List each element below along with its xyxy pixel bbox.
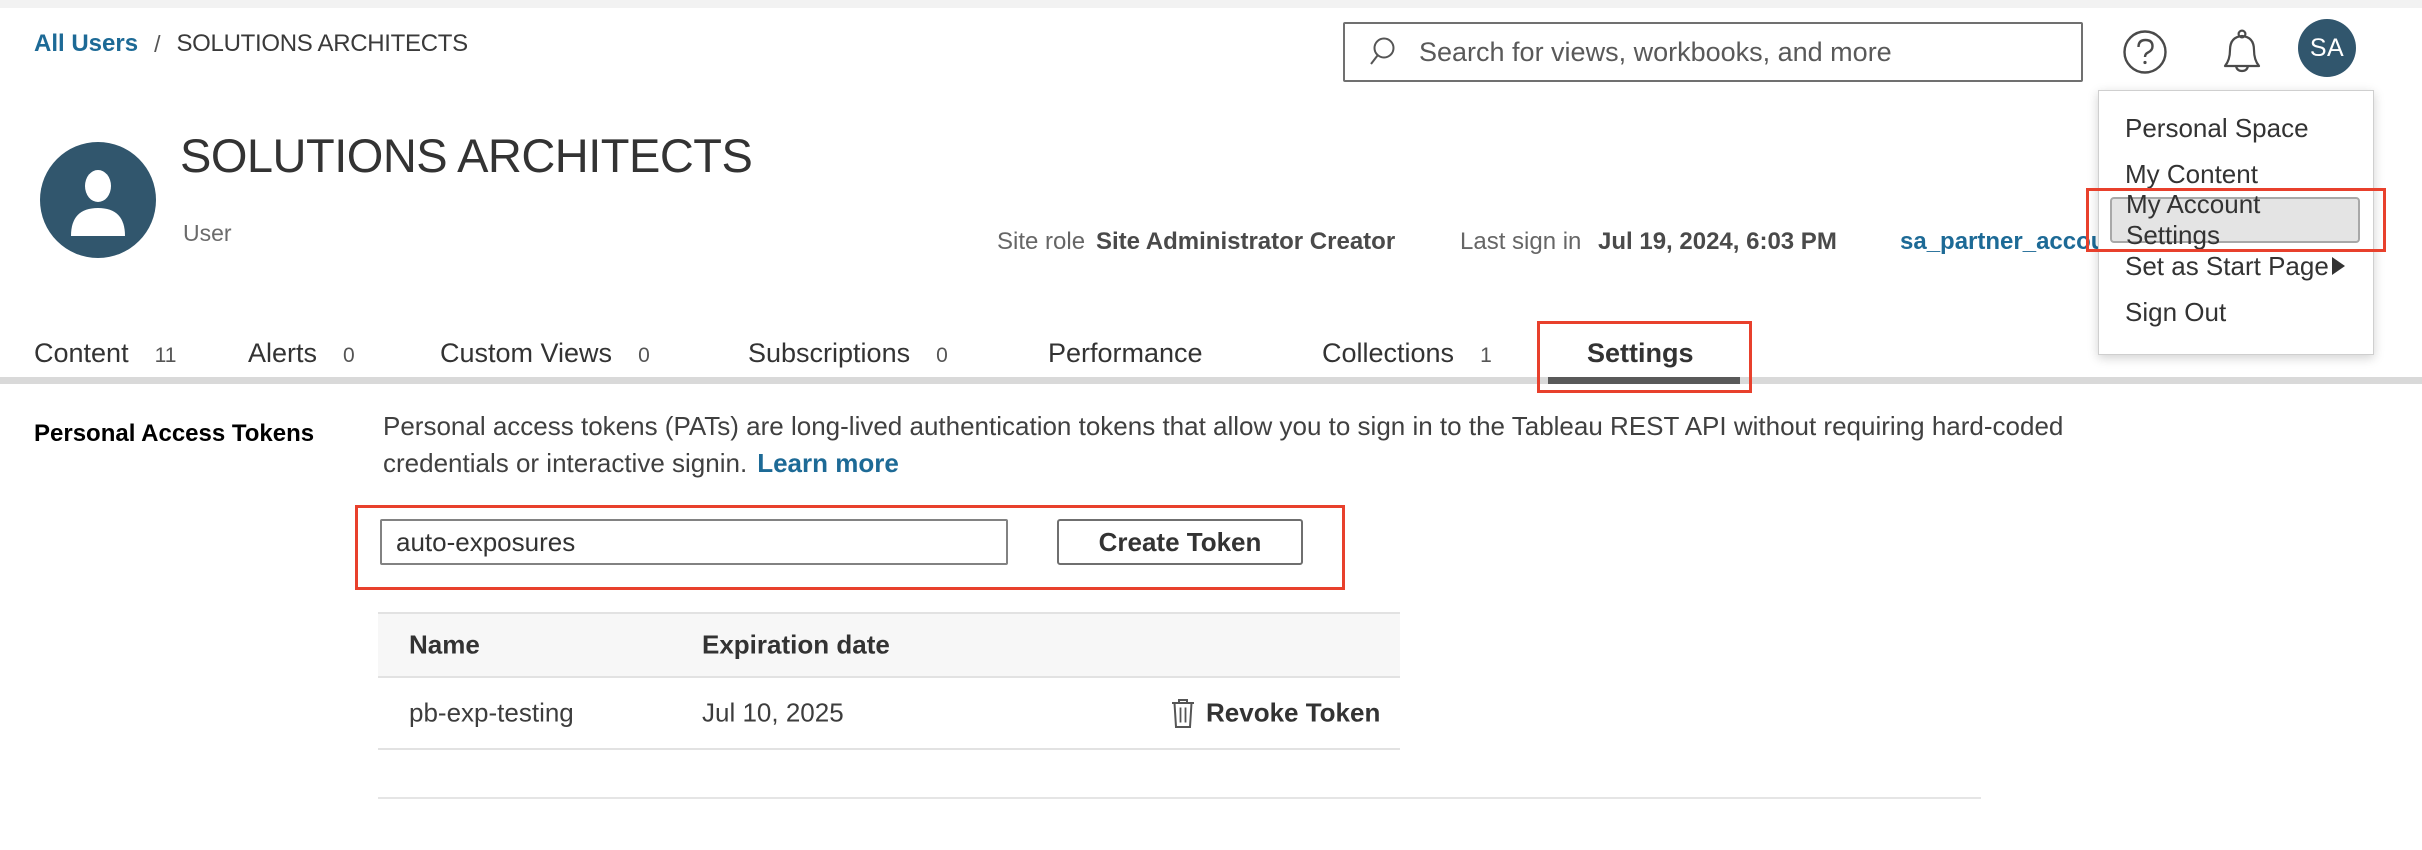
search-icon	[1367, 34, 1403, 70]
token-name-input[interactable]	[380, 519, 1008, 565]
breadcrumb-separator: /	[154, 31, 160, 58]
section-divider	[378, 797, 1981, 799]
pat-description-line2: credentials or interactive signin.	[383, 448, 747, 478]
menu-item-personal-space[interactable]: Personal Space	[2099, 105, 2373, 151]
tab-count: 0	[638, 344, 650, 368]
page-title: SOLUTIONS ARCHITECTS	[180, 128, 752, 183]
tab-settings[interactable]: Settings	[1587, 338, 1694, 369]
account-username-link[interactable]: sa_partner_accou	[1900, 228, 2100, 256]
tab-performance[interactable]: Performance	[1048, 338, 1203, 369]
tab-label: Content	[34, 338, 129, 369]
help-icon	[2122, 29, 2168, 75]
tab-count: 1	[1480, 344, 1492, 368]
menu-item-label: Set as Start Page	[2125, 251, 2329, 282]
breadcrumb-current: SOLUTIONS ARCHITECTS	[176, 30, 467, 58]
site-role-label: Site role	[997, 228, 1085, 256]
pat-description-line1: Personal access tokens (PATs) are long-l…	[383, 411, 2063, 441]
menu-item-set-as-start-page[interactable]: Set as Start Page	[2099, 243, 2373, 289]
column-header-name: Name	[409, 630, 480, 661]
tab-count: 0	[343, 344, 355, 368]
token-table-header: Name Expiration date	[378, 612, 1400, 678]
tab-alerts[interactable]: Alerts 0	[248, 338, 355, 369]
tab-collections[interactable]: Collections 1	[1322, 338, 1492, 369]
profile-avatar	[40, 142, 156, 258]
window-top-strip	[0, 0, 2422, 8]
avatar-initials: SA	[2310, 34, 2344, 63]
bell-icon	[2218, 27, 2266, 77]
tab-underline-track	[0, 377, 2422, 384]
tab-count: 0	[936, 344, 948, 368]
token-expiration-cell: Jul 10, 2025	[702, 698, 844, 729]
tab-label: Subscriptions	[748, 338, 910, 369]
revoke-token-label: Revoke Token	[1206, 698, 1380, 729]
revoke-token-button[interactable]: Revoke Token	[1171, 698, 1380, 729]
create-token-button[interactable]: Create Token	[1057, 519, 1303, 565]
trash-icon	[1171, 698, 1195, 728]
search-input[interactable]	[1403, 24, 2081, 80]
pat-description: Personal access tokens (PATs) are long-l…	[383, 408, 2063, 482]
tab-label: Performance	[1048, 338, 1203, 369]
menu-item-sign-out[interactable]: Sign Out	[2099, 289, 2373, 335]
token-table: Name Expiration date pb-exp-testing Jul …	[378, 612, 1400, 750]
column-header-expiration: Expiration date	[702, 630, 890, 661]
last-sign-in-label: Last sign in	[1460, 228, 1581, 256]
tab-count: 11	[155, 344, 177, 368]
tab-active-underline	[1548, 377, 1740, 384]
breadcrumb-all-users-link[interactable]: All Users	[34, 30, 138, 58]
tab-label: Settings	[1587, 338, 1694, 369]
site-role-value: Site Administrator Creator	[1096, 228, 1395, 256]
tab-label: Alerts	[248, 338, 317, 369]
account-dropdown-menu: Personal Space My Content My Account Set…	[2098, 90, 2374, 355]
help-button[interactable]	[2122, 29, 2168, 75]
user-avatar-button[interactable]: SA	[2298, 19, 2356, 77]
last-sign-in-value: Jul 19, 2024, 6:03 PM	[1598, 228, 1837, 256]
menu-item-my-account-settings[interactable]: My Account Settings	[2110, 197, 2360, 243]
search-box[interactable]	[1343, 22, 2083, 82]
table-row: pb-exp-testing Jul 10, 2025 Revoke Token	[378, 678, 1400, 750]
token-name-cell: pb-exp-testing	[409, 698, 574, 729]
breadcrumb: All Users / SOLUTIONS ARCHITECTS	[34, 30, 468, 58]
submenu-arrow-icon	[2332, 257, 2345, 275]
tab-custom-views[interactable]: Custom Views 0	[440, 338, 650, 369]
tab-content[interactable]: Content 11	[34, 338, 176, 369]
tab-label: Collections	[1322, 338, 1454, 369]
person-icon	[63, 164, 133, 236]
learn-more-link[interactable]: Learn more	[757, 448, 899, 478]
tab-subscriptions[interactable]: Subscriptions 0	[748, 338, 948, 369]
profile-subtitle: User	[183, 220, 232, 247]
tab-label: Custom Views	[440, 338, 612, 369]
notifications-button[interactable]	[2218, 27, 2266, 77]
pat-section-heading: Personal Access Tokens	[34, 420, 314, 448]
